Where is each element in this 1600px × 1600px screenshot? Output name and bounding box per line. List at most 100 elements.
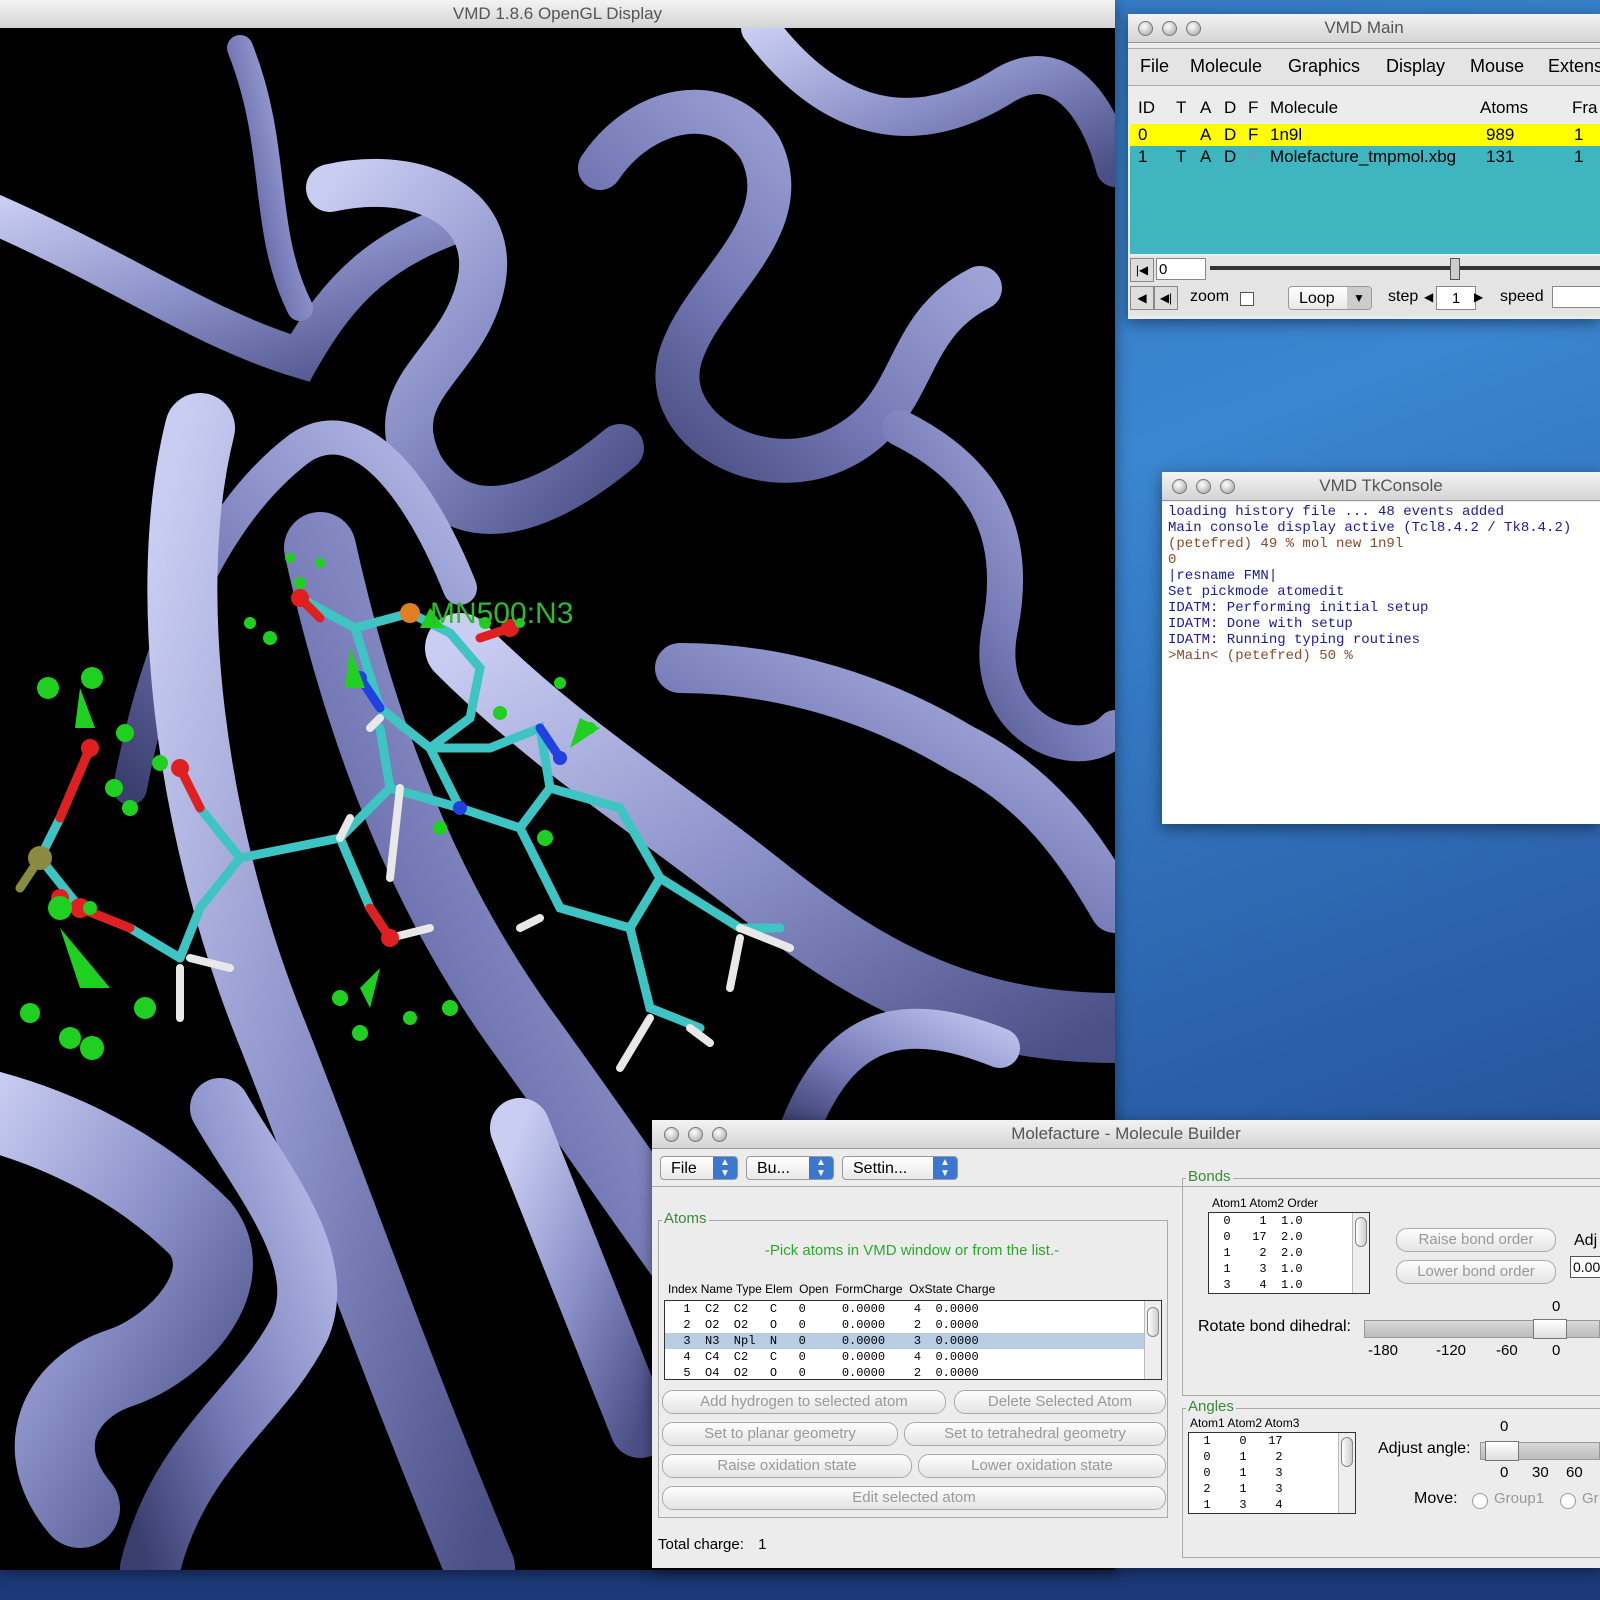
atom-row[interactable]: 5 O4 O2 O 0 0.0000 2 0.0000 [665,1365,1161,1379]
loop-select[interactable]: Loop ▼ [1288,286,1372,310]
play-reverse-icon[interactable]: ◀| [1154,286,1178,310]
row-top[interactable]: T [1176,146,1186,168]
angles-list[interactable]: 1 0 17 0 1 2 0 1 3 2 1 3 1 3 4 [1188,1432,1356,1514]
build-menu[interactable]: Bu... ▲ ▼ [746,1156,834,1180]
col-frames[interactable]: Fra [1572,98,1598,118]
close-icon[interactable] [1138,21,1153,36]
molefacture-titlebar[interactable]: Molefacture - Molecule Builder [652,1120,1600,1149]
dihedral-slider-thumb[interactable] [1533,1319,1567,1339]
raise-oxidation-button[interactable]: Raise oxidation state [662,1454,912,1478]
angle-row[interactable]: 1 0 17 [1189,1433,1355,1449]
file-menu[interactable]: File ▲ ▼ [660,1156,738,1180]
bond-row[interactable]: 0 1 1.0 [1209,1213,1369,1229]
dihedral-slider[interactable] [1364,1319,1600,1339]
frame-slider[interactable] [1210,258,1600,280]
step-input[interactable] [1436,286,1476,310]
lower-bond-order-button[interactable]: Lower bond order [1396,1260,1556,1284]
frame-slider-thumb[interactable] [1450,258,1460,280]
console-output[interactable]: loading history file ... 48 events added… [1162,502,1600,824]
atom-row[interactable]: 2 O2 O2 O 0 0.0000 2 0.0000 [665,1317,1161,1333]
menu-extensions[interactable]: Extens [1548,49,1600,83]
row-drawn[interactable]: D [1224,124,1236,146]
atoms-scrollbar[interactable] [1144,1301,1161,1379]
angle-row[interactable]: 0 1 3 [1189,1465,1355,1481]
scroll-thumb[interactable] [1341,1437,1353,1467]
atom-row[interactable]: 4 C4 C2 C 0 0.0000 4 0.0000 [665,1349,1161,1365]
step-back-icon[interactable]: ◀ [1130,286,1154,310]
group2-radio[interactable] [1560,1493,1576,1509]
col-a[interactable]: A [1200,98,1211,118]
edit-atom-button[interactable]: Edit selected atom [662,1486,1166,1510]
molecule-row-1[interactable]: 1 T A D F Molefacture_tmpmol.xbg 131 1 [1130,146,1600,168]
col-id[interactable]: ID [1138,98,1155,118]
col-atoms[interactable]: Atoms [1480,98,1528,118]
row-atoms: 989 [1486,125,1515,144]
angle-slider[interactable] [1480,1441,1600,1461]
angle-row[interactable]: 0 1 2 [1189,1449,1355,1465]
group1-label: Group1 [1494,1490,1545,1507]
opengl-titlebar[interactable]: VMD 1.8.6 OpenGL Display [0,0,1115,29]
atoms-list[interactable]: 1 C2 C2 C 0 0.0000 4 0.0000 2 O2 O2 O 0 … [664,1300,1162,1380]
col-f[interactable]: F [1248,98,1258,118]
step-decrement-icon[interactable]: ◀ [1424,290,1433,304]
frame-input[interactable] [1156,258,1206,280]
minimize-icon[interactable] [688,1127,703,1142]
menu-file[interactable]: File [1140,49,1169,83]
angle-row[interactable]: 1 3 4 [1189,1497,1355,1513]
bond-row[interactable]: 3 4 1.0 [1209,1277,1369,1293]
bond-row[interactable]: 1 2 2.0 [1209,1245,1369,1261]
zoom-label: zoom [1190,288,1230,305]
add-hydrogen-button[interactable]: Add hydrogen to selected atom [662,1390,946,1414]
tetrahedral-geometry-button[interactable]: Set to tetrahedral geometry [904,1422,1166,1446]
zoom-icon[interactable] [712,1127,727,1142]
atom-row-selected[interactable]: 3 N3 Npl N 0 0.0000 3 0.0000 [665,1333,1161,1349]
console-prompt[interactable]: >Main< (petefred) 50 % [1168,648,1594,664]
opengl-title: VMD 1.8.6 OpenGL Display [452,4,663,23]
menu-display[interactable]: Display [1386,49,1445,83]
menu-molecule[interactable]: Molecule [1190,49,1262,83]
minimize-icon[interactable] [1162,21,1177,36]
atom-row[interactable]: 1 C2 C2 C 0 0.0000 4 0.0000 [665,1301,1161,1317]
lower-oxidation-button[interactable]: Lower oxidation state [918,1454,1166,1478]
delete-atom-button[interactable]: Delete Selected Atom [954,1390,1166,1414]
menu-mouse[interactable]: Mouse [1470,49,1524,83]
bond-row[interactable]: 1 3 1.0 [1209,1261,1369,1277]
goto-start-icon[interactable]: |◀ [1130,258,1154,282]
raise-bond-order-button[interactable]: Raise bond order [1396,1228,1556,1252]
angle-slider-thumb[interactable] [1485,1441,1519,1461]
zoom-icon[interactable] [1186,21,1201,36]
row-active[interactable]: A [1200,146,1211,168]
row-active[interactable]: A [1200,124,1211,146]
col-d[interactable]: D [1224,98,1236,118]
menu-graphics[interactable]: Graphics [1288,49,1360,83]
col-molecule[interactable]: Molecule [1270,98,1338,118]
bond-row[interactable]: 0 17 2.0 [1209,1229,1369,1245]
close-icon[interactable] [664,1127,679,1142]
step-increment-icon[interactable]: ▶ [1474,290,1483,304]
angles-scrollbar[interactable] [1338,1433,1355,1513]
main-titlebar[interactable]: VMD Main [1128,14,1600,43]
row-fixed[interactable]: F [1248,124,1258,146]
console-line: |resname FMN| [1168,568,1278,584]
col-t[interactable]: T [1176,98,1186,118]
zoom-checkbox[interactable] [1240,292,1254,306]
angle-row[interactable]: 2 1 3 [1189,1481,1355,1497]
molecule-list[interactable]: 0 A D F 1n9l 989 1 1 T A D F Molefacture… [1130,124,1600,254]
minimize-icon[interactable] [1196,479,1211,494]
bond-length-input[interactable] [1570,1256,1600,1278]
bonds-scrollbar[interactable] [1352,1213,1369,1293]
zoom-icon[interactable] [1220,479,1235,494]
scroll-thumb[interactable] [1147,1307,1159,1337]
console-titlebar[interactable]: VMD TkConsole [1162,472,1600,501]
speed-slider[interactable] [1552,286,1600,308]
close-icon[interactable] [1172,479,1187,494]
chevron-updown-icon: ▲ ▼ [713,1157,737,1179]
row-fixed[interactable]: F [1248,146,1258,168]
bonds-list[interactable]: 0 1 1.0 0 17 2.0 1 2 2.0 1 3 1.0 3 4 1.0 [1208,1212,1370,1294]
molecule-row-0[interactable]: 0 A D F 1n9l 989 1 [1130,124,1600,146]
group1-radio[interactable] [1472,1493,1488,1509]
settings-menu[interactable]: Settin... ▲ ▼ [842,1156,958,1180]
row-drawn[interactable]: D [1224,146,1236,168]
planar-geometry-button[interactable]: Set to planar geometry [662,1422,898,1446]
scroll-thumb[interactable] [1355,1217,1367,1247]
